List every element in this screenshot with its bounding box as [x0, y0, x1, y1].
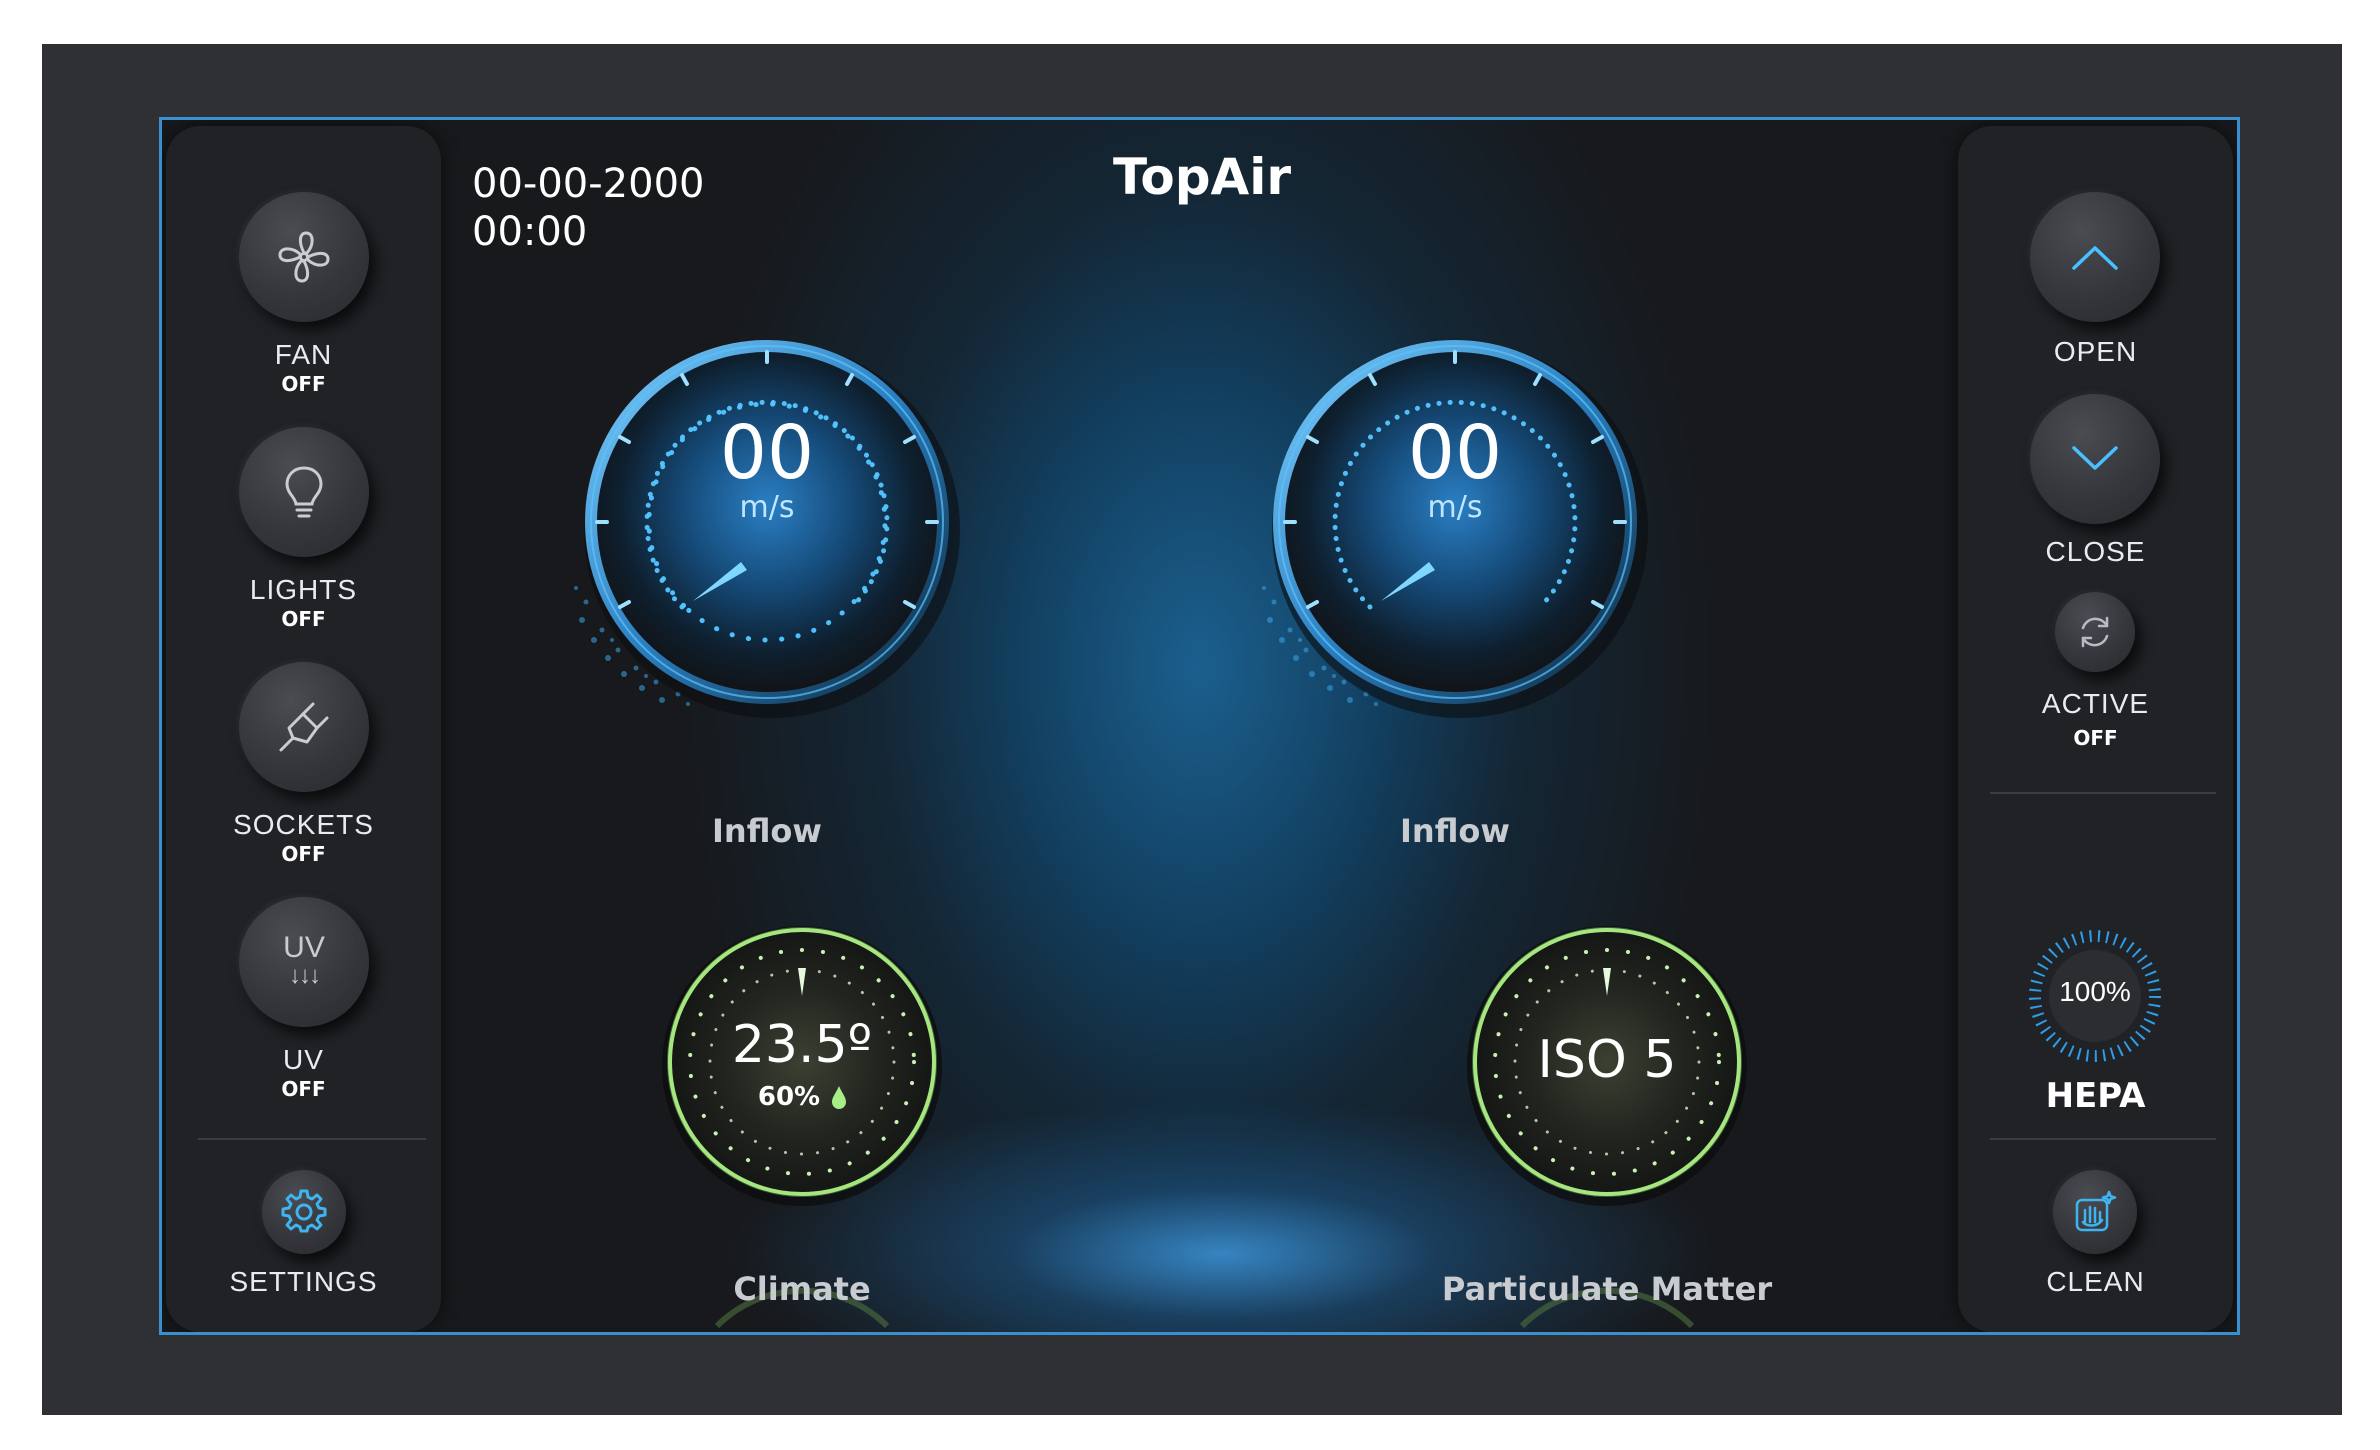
- time-display: 00:00: [472, 209, 588, 255]
- uv-state: OFF: [281, 1077, 326, 1101]
- gear-icon: [281, 1189, 327, 1233]
- clean-button[interactable]: [2053, 1170, 2137, 1254]
- device-frame: FAN OFF LIGHTS OFF SOCKETS OFF UV ↓↓↓ UV…: [42, 44, 2342, 1415]
- inflow-left-unit: m/s: [739, 490, 795, 525]
- climate-label: Climate: [733, 1270, 871, 1308]
- uv-label: UV: [283, 1044, 324, 1075]
- right-divider-bottom: [1990, 1138, 2216, 1140]
- fan-label: FAN: [274, 339, 333, 370]
- sockets-button[interactable]: [239, 662, 369, 792]
- inflow-left-value: 00: [719, 410, 815, 496]
- fan-icon: [278, 231, 330, 283]
- settings-button[interactable]: [262, 1170, 346, 1254]
- right-divider-top: [1990, 792, 2216, 794]
- lights-label: LIGHTS: [249, 574, 358, 605]
- right-control-panel: OPEN CLOSE ACTIVE OFF 100% HEPA CLEAN: [1958, 126, 2233, 1332]
- active-button[interactable]: [2055, 592, 2135, 672]
- fan-state: OFF: [281, 372, 326, 396]
- uv-icon-arrows: ↓↓↓: [289, 962, 321, 989]
- hepa-label: HEPA: [2045, 1076, 2146, 1116]
- inflow-left-label: Inflow: [712, 812, 822, 850]
- hepa-value: 100%: [2059, 976, 2131, 1007]
- sockets-state: OFF: [281, 842, 326, 866]
- close-label: CLOSE: [2045, 536, 2146, 567]
- uv-icon-text: UV: [283, 931, 325, 964]
- lightbulb-icon: [285, 466, 323, 518]
- settings-label: SETTINGS: [229, 1266, 378, 1297]
- open-button[interactable]: [2030, 192, 2160, 322]
- climate-humidity: 60%: [757, 1082, 821, 1112]
- left-divider: [198, 1138, 426, 1140]
- active-label: ACTIVE: [2041, 688, 2150, 719]
- close-button[interactable]: [2030, 394, 2160, 524]
- sockets-label: SOCKETS: [233, 809, 374, 840]
- chevron-down-icon: [2072, 446, 2118, 470]
- clean-label: CLEAN: [2046, 1266, 2145, 1297]
- chevron-up-icon: [2072, 246, 2118, 270]
- active-state: OFF: [2073, 726, 2118, 750]
- inflow-right-label: Inflow: [1400, 812, 1510, 850]
- fan-button[interactable]: [239, 192, 369, 322]
- inflow-right-unit: m/s: [1427, 490, 1483, 525]
- left-control-panel: FAN OFF LIGHTS OFF SOCKETS OFF UV ↓↓↓ UV…: [166, 126, 441, 1332]
- app-title: TopAir: [1112, 148, 1292, 206]
- uv-icon: UV ↓↓↓: [283, 931, 325, 990]
- plug-icon: [279, 702, 329, 752]
- uv-button[interactable]: UV ↓↓↓: [239, 897, 369, 1027]
- lights-button[interactable]: [239, 427, 369, 557]
- date-display: 00-00-2000: [472, 161, 705, 207]
- screen: FAN OFF LIGHTS OFF SOCKETS OFF UV ↓↓↓ UV…: [159, 117, 2240, 1335]
- particulate-value: ISO 5: [1537, 1030, 1677, 1090]
- cleaning-hand-icon: [2075, 1190, 2117, 1232]
- lights-state: OFF: [281, 607, 326, 631]
- refresh-icon: [2081, 616, 2109, 648]
- inflow-right-value: 00: [1407, 410, 1503, 496]
- open-label: OPEN: [2053, 336, 2138, 367]
- particulate-label: Particulate Matter: [1441, 1270, 1773, 1308]
- climate-temperature: 23.5º: [731, 1015, 873, 1075]
- water-drop-icon: [832, 1086, 846, 1109]
